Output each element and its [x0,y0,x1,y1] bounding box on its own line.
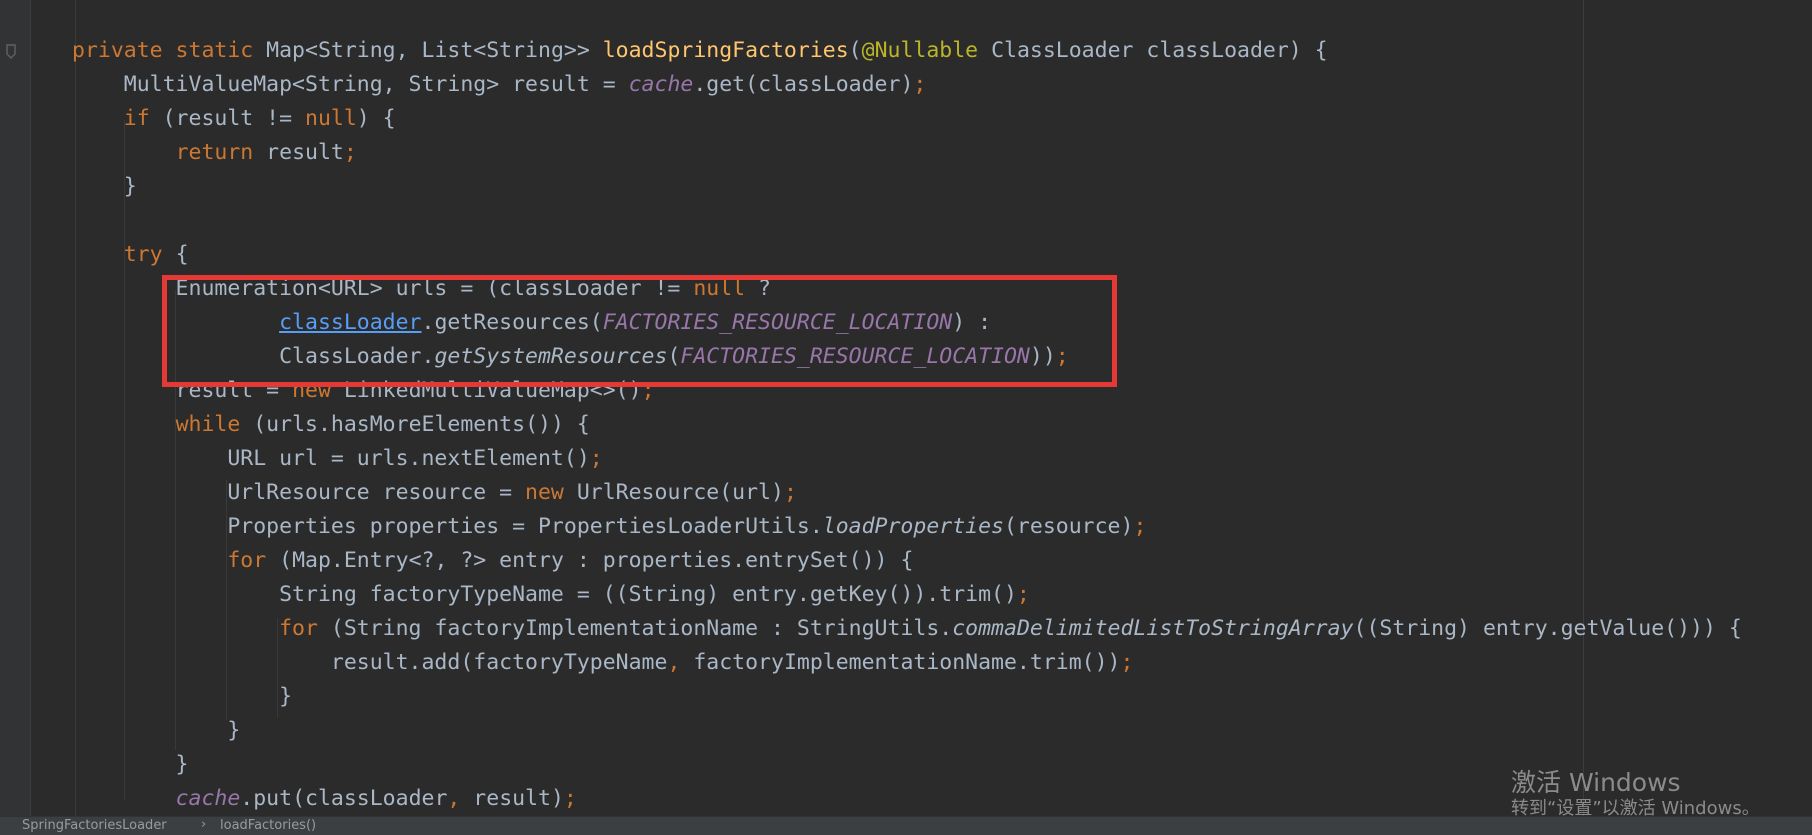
code-line[interactable]: while (urls.hasMoreElements()) { [72,408,590,442]
code-token: , [667,650,681,675]
code-token: } [72,174,137,199]
code-line[interactable]: UrlResource resource = new UrlResource(u… [72,476,797,510]
breadcrumb-class[interactable]: SpringFactoriesLoader [22,818,167,833]
code-token: (String factoryImplementationName : Stri… [317,616,953,641]
code-line[interactable]: private static Map<String, List<String>>… [72,34,1328,68]
code-token: String factoryTypeName = ((String) entry… [72,582,1017,607]
code-token: UrlResource(url) [563,480,784,505]
watermark-title: 激活 Windows [1511,768,1681,797]
code-token: return [175,140,254,165]
code-token: loadSpringFactories [602,38,849,63]
code-token: ; [563,786,577,811]
right-margin-guide [1583,0,1584,816]
code-line[interactable]: URL url = urls.nextElement(); [72,442,603,476]
code-token: cache [628,72,694,97]
code-token: try [123,242,163,267]
code-token: ; [1016,582,1030,607]
code-token: ; [913,72,927,97]
code-token: private static [72,38,267,63]
red-highlight-box [162,275,1117,387]
code-token: ; [589,446,603,471]
code-token: factoryImplementationName.trim()) [680,650,1121,675]
code-token: ; [1120,650,1134,675]
code-line[interactable]: } [72,170,137,204]
code-token: .get(classLoader) [693,72,914,97]
breadcrumb-method[interactable]: loadFactories() [220,818,316,833]
code-token: result [253,140,344,165]
code-line[interactable]: } [72,748,189,782]
code-token: result) [460,786,564,811]
code-line[interactable]: for (Map.Entry<?, ?> entry : properties.… [72,544,913,578]
code-line[interactable]: MultiValueMap<String, String> result = c… [72,68,927,102]
code-token: ; [783,480,797,505]
code-line[interactable]: String factoryTypeName = ((String) entry… [72,578,1030,612]
code-line[interactable]: result.add(factoryTypeName, factoryImple… [72,646,1134,680]
windows-activation-watermark: 激活 Windows 转到“设置”以激活 Windows。 [1511,768,1760,820]
code-token: } [72,684,293,709]
code-token: Properties properties = PropertiesLoader… [72,514,823,539]
code-token: ; [343,140,357,165]
code-token: while [175,412,241,437]
code-token: ; [1133,514,1147,539]
code-token: ( [848,38,862,63]
watermark-subtitle: 转到“设置”以激活 Windows。 [1511,798,1760,819]
code-token: ClassLoader classLoader) { [978,38,1328,63]
breadcrumb-separator: › [201,817,207,832]
bookmark-gutter-icon[interactable] [6,44,16,60]
code-token: cache [175,786,241,811]
code-token: { [162,242,189,267]
code-line[interactable]: for (String factoryImplementationName : … [72,612,1742,646]
code-token: if [123,106,150,131]
code-token: UrlResource resource = [72,480,526,505]
code-token: URL url = urls.nextElement() [72,446,590,471]
code-token: MultiValueMap<String, String> result = [72,72,629,97]
code-token: loadProperties [822,514,1004,539]
code-line[interactable]: cache.put(classLoader, result); [72,782,577,816]
code-line[interactable]: Properties properties = PropertiesLoader… [72,510,1146,544]
code-line[interactable]: } [72,714,240,748]
code-line[interactable]: if (result != null) { [72,102,396,136]
code-token: null [305,106,357,131]
code-token: ) { [356,106,396,131]
code-token: ((String) entry.getValue())) { [1353,616,1742,641]
code-token: Map<String, List<String>> [266,38,603,63]
code-token: commaDelimitedListToStringArray [952,616,1354,641]
editor-gutter[interactable] [0,0,31,816]
code-token: for [227,548,267,573]
code-token: new [525,480,564,505]
code-token: (result != [149,106,306,131]
code-token: } [72,718,241,743]
code-token: result.add(factoryTypeName [72,650,668,675]
code-line[interactable]: try { [72,238,189,272]
code-token: } [72,752,189,777]
code-token: (Map.Entry<?, ?> entry : properties.entr… [266,548,914,573]
code-line[interactable]: return result; [72,136,357,170]
code-token: for [279,616,318,641]
code-token: , [447,786,461,811]
code-token: @Nullable [861,38,979,63]
code-line[interactable]: } [72,680,292,714]
code-token: (resource) [1003,514,1134,539]
code-token: .put(classLoader [240,786,448,811]
code-token: (urls.hasMoreElements()) { [240,412,590,437]
